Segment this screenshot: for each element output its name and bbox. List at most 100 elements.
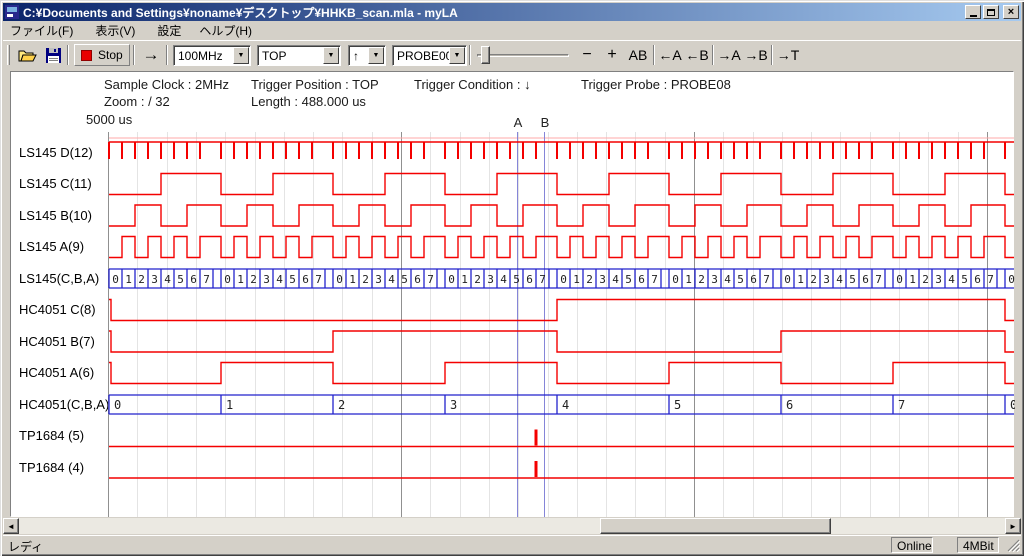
minimize-icon [970, 15, 977, 17]
menu-bar: ファイル(F) 表示(V) 設定 ヘルプ(H) [3, 22, 1021, 39]
app-icon [5, 5, 19, 19]
bus-value-ls145-bus: 7 [875, 273, 882, 286]
bus-value-hc4051-bus: 0 [114, 398, 121, 412]
zoom-out-button[interactable]: − [575, 44, 599, 66]
scroll-thumb[interactable] [600, 518, 831, 534]
save-button[interactable] [41, 44, 65, 66]
bus-value-ls145-bus: 2 [138, 273, 145, 286]
menu-file[interactable]: ファイル(F) [3, 21, 80, 40]
status-memory-badge: 4MBit [957, 537, 999, 553]
bus-value-ls145-bus: 0 [448, 273, 455, 286]
bus-value-ls145-bus: 1 [237, 273, 244, 286]
bus-value-ls145-bus: 6 [302, 273, 309, 286]
bus-value-ls145-bus: 2 [922, 273, 929, 286]
sample-rate-combo[interactable]: 100MHz ▼ [173, 45, 251, 66]
bus-value-ls145-bus: 0 [224, 273, 231, 286]
dropdown-arrow-icon[interactable]: ▼ [368, 47, 384, 64]
bus-value-ls145-bus: 4 [948, 273, 955, 286]
bus-value-ls145-bus: 7 [987, 273, 994, 286]
wave-ls145-a9 [109, 237, 1014, 258]
goto-trigger-button[interactable]: →T [775, 44, 801, 66]
bus-value-ls145-bus: 0 [112, 273, 119, 286]
bus-value-ls145-bus: 2 [474, 273, 481, 286]
status-bar: レディ Online 4MBit [3, 535, 1021, 553]
bus-value-ls145-bus: 3 [375, 273, 382, 286]
title-bar[interactable]: C:¥Documents and Settings¥noname¥デスクトップ¥… [3, 3, 1021, 21]
wave-ls145-b10 [109, 205, 1014, 226]
bus-value-ls145-bus: 6 [750, 273, 757, 286]
prev-a-button[interactable]: ←A [657, 44, 683, 66]
bus-value-ls145-bus: 0 [784, 273, 791, 286]
waveform-svg: AB01234567012345670123456701234567012345… [11, 72, 1015, 518]
bus-value-ls145-bus: 6 [862, 273, 869, 286]
menu-settings[interactable]: 設定 [150, 21, 188, 40]
bus-value-ls145-bus: 1 [461, 273, 468, 286]
resize-grip-icon[interactable] [1007, 539, 1020, 552]
bus-value-ls145-bus: 7 [539, 273, 546, 286]
menu-view[interactable]: 表示(V) [88, 21, 142, 40]
bus-value-ls145-bus: 0 [336, 273, 343, 286]
open-button[interactable] [15, 44, 39, 66]
bus-value-ls145-bus: 0 [896, 273, 903, 286]
bus-value-hc4051-bus: 0 [1010, 398, 1015, 412]
cursor-b-label: B [541, 115, 550, 130]
next-b-button[interactable]: →B [743, 44, 769, 66]
prev-b-label: ←B [685, 47, 708, 63]
maximize-button[interactable] [983, 5, 999, 19]
bus-value-hc4051-bus: 7 [898, 398, 905, 412]
bus-value-ls145-bus: 1 [685, 273, 692, 286]
trigger-probe-value: PROBE00 [393, 49, 449, 63]
toolbar-separator [653, 45, 655, 65]
bus-value-ls145-bus: 5 [737, 273, 744, 286]
bus-value-hc4051-bus: 3 [450, 398, 457, 412]
bus-value-ls145-bus: 6 [638, 273, 645, 286]
minimize-button[interactable] [965, 5, 981, 19]
next-b-label: →B [744, 47, 767, 63]
bus-value-ls145-bus: 2 [586, 273, 593, 286]
dropdown-arrow-icon[interactable]: ▼ [323, 47, 339, 64]
zoom-in-button[interactable]: + [600, 44, 624, 66]
single-run-button[interactable]: → [139, 44, 163, 66]
toolbar-separator [469, 45, 471, 65]
bus-value-ls145-bus: 3 [935, 273, 942, 286]
ab-button[interactable]: AB [625, 44, 651, 66]
ab-label: AB [629, 47, 648, 63]
scroll-left-button[interactable]: ◄ [3, 518, 19, 534]
bus-value-hc4051-bus: 1 [226, 398, 233, 412]
scroll-right-button[interactable]: ► [1005, 518, 1021, 534]
toolbar-grip[interactable] [7, 45, 10, 65]
app-window: C:¥Documents and Settings¥noname¥デスクトップ¥… [0, 0, 1024, 556]
wave-ls145-c11 [109, 174, 1014, 195]
trigger-edge-value: ↑ [349, 49, 368, 63]
zoom-out-icon: − [582, 46, 591, 64]
bus-value-ls145-bus: 6 [974, 273, 981, 286]
trigger-position-combo[interactable]: TOP ▼ [257, 45, 341, 66]
wave-hc4051-c8 [109, 300, 1014, 321]
trigger-probe-combo[interactable]: PROBE00 ▼ [392, 45, 467, 66]
bus-value-hc4051-bus: 4 [562, 398, 569, 412]
bus-value-ls145-bus: 4 [388, 273, 395, 286]
dropdown-arrow-icon[interactable]: ▼ [233, 47, 249, 64]
toolbar-separator [166, 45, 168, 65]
sample-rate-value: 100MHz [174, 49, 233, 63]
dropdown-arrow-icon[interactable]: ▼ [449, 47, 465, 64]
menu-help[interactable]: ヘルプ(H) [192, 21, 259, 40]
close-button[interactable]: × [1003, 5, 1019, 19]
bus-value-ls145-bus: 7 [651, 273, 658, 286]
zoom-slider-track[interactable] [477, 54, 569, 57]
bus-value-ls145-bus: 7 [763, 273, 770, 286]
stop-button[interactable]: Stop [74, 44, 130, 66]
close-icon: × [1008, 7, 1014, 17]
prev-b-button[interactable]: ←B [684, 44, 710, 66]
toolbar-separator [712, 45, 714, 65]
next-a-button[interactable]: →A [716, 44, 742, 66]
horizontal-scrollbar[interactable]: ◄ ► [3, 518, 1021, 534]
bus-value-ls145-bus: 5 [625, 273, 632, 286]
toolbar: Stop → 100MHz ▼ TOP ▼ ↑ ▼ PROBE00 ▼ − + … [3, 40, 1021, 68]
bus-value-ls145-bus: 1 [573, 273, 580, 286]
trigger-edge-combo[interactable]: ↑ ▼ [348, 45, 386, 66]
bus-value-ls145-bus: 1 [797, 273, 804, 286]
bus-value-ls145-bus: 4 [164, 273, 171, 286]
waveform-area: Sample Clock : 2MHz Trigger Position : T… [10, 71, 1014, 517]
zoom-slider-handle[interactable] [481, 46, 490, 64]
